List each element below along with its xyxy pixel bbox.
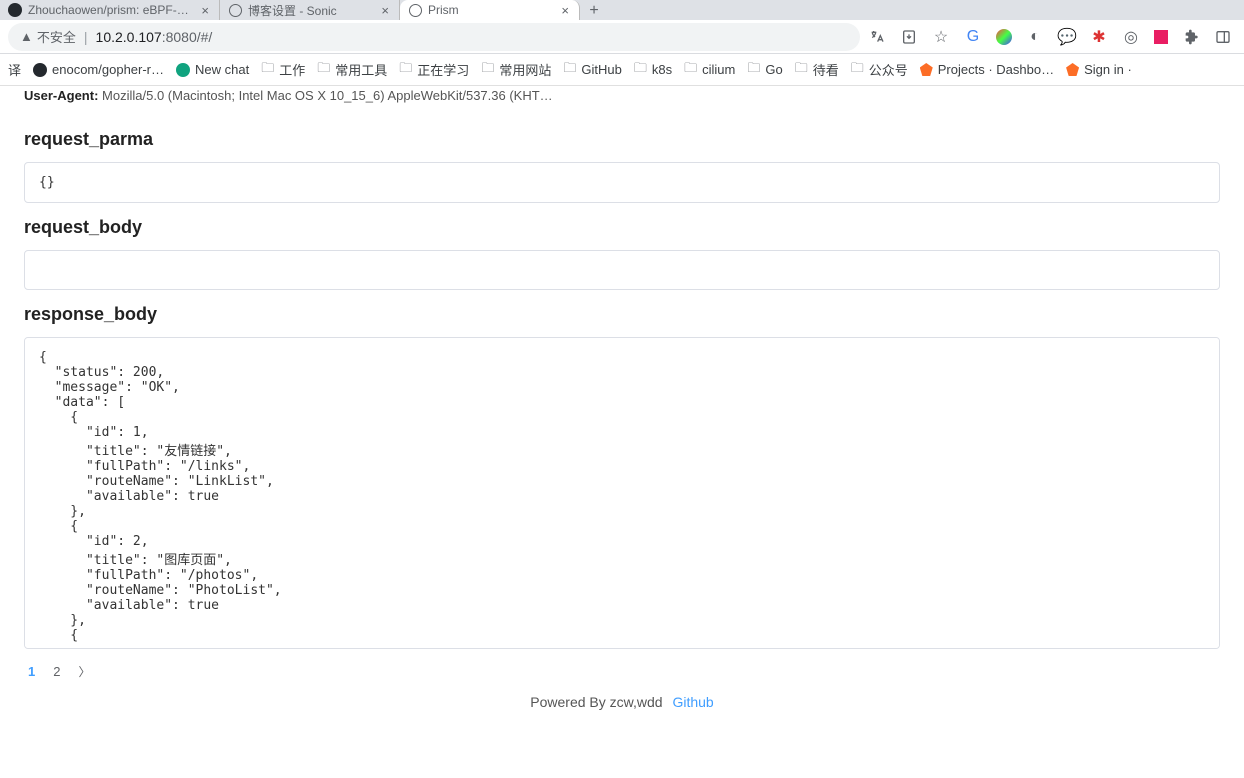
- browser-tab-1[interactable]: 博客设置 - Sonic ×: [220, 0, 400, 20]
- install-icon[interactable]: [900, 28, 918, 46]
- folder-icon: 🗀: [563, 59, 576, 81]
- bookmark-label: Sign in ·: [1084, 62, 1132, 77]
- section-title-request-parma: request_parma: [24, 129, 1220, 150]
- bookmark-item[interactable]: enocom/gopher-r…: [33, 62, 164, 77]
- folder-icon: 🗀: [851, 59, 864, 81]
- gitlab-icon: [920, 63, 933, 76]
- tab-title: 博客设置 - Sonic: [248, 2, 373, 19]
- bookmark-folder[interactable]: 🗀 待看: [795, 59, 839, 81]
- toolbar-icons: ☆ G ◐ 💬 ✱ ◎: [868, 28, 1236, 46]
- footer-github-link[interactable]: Github: [672, 694, 713, 710]
- url-host: 10.2.0.107: [96, 29, 162, 45]
- warning-icon: ▲: [20, 29, 33, 44]
- request-parma-box[interactable]: {}: [24, 162, 1220, 203]
- bookmark-item[interactable]: Projects · Dashbo…: [920, 62, 1054, 77]
- bookmark-label: 译: [8, 60, 21, 79]
- bookmark-folder[interactable]: 🗀 常用工具: [317, 59, 387, 81]
- user-agent-line: User-Agent: Mozilla/5.0 (Macintosh; Inte…: [24, 86, 1220, 115]
- close-icon[interactable]: ×: [199, 3, 211, 18]
- globe-icon: [228, 3, 242, 17]
- extension-icon-3[interactable]: 💬: [1058, 28, 1076, 46]
- page-1[interactable]: 1: [28, 664, 35, 679]
- bookmark-folder[interactable]: 🗀 Go: [747, 59, 782, 81]
- bookmark-folder[interactable]: 🗀 常用网站: [481, 59, 551, 81]
- security-label: 不安全: [37, 27, 76, 46]
- bookmark-item[interactable]: Sign in ·: [1066, 62, 1132, 77]
- browser-tab-2[interactable]: Prism ×: [400, 0, 580, 20]
- browser-tab-0[interactable]: Zhouchaowen/prism: eBPF-ba… ×: [0, 0, 220, 20]
- github-icon: [8, 3, 22, 17]
- pagination: 1 2 〉: [24, 649, 1220, 686]
- close-icon[interactable]: ×: [379, 3, 391, 18]
- omnibox[interactable]: ▲ 不安全 | 10.2.0.107:8080/#/: [8, 23, 860, 51]
- bookmark-folder[interactable]: 🗀 工作: [261, 59, 305, 81]
- google-translate-ext-icon[interactable]: G: [964, 28, 982, 46]
- bookmark-folder[interactable]: 🗀 k8s: [634, 59, 672, 81]
- bookmark-folder[interactable]: 🗀 公众号: [851, 59, 908, 81]
- next-page-icon[interactable]: 〉: [78, 663, 90, 680]
- folder-icon: 🗀: [747, 59, 760, 81]
- bookmark-label: cilium: [702, 62, 735, 77]
- bookmark-label: k8s: [652, 62, 672, 77]
- bookmark-label: 待看: [813, 60, 839, 79]
- folder-icon: 🗀: [684, 59, 697, 81]
- folder-icon: 🗀: [399, 59, 412, 81]
- folder-icon: 🗀: [317, 59, 330, 81]
- section-title-request-body: request_body: [24, 217, 1220, 238]
- user-agent-value: Mozilla/5.0 (Macintosh; Intel Mac OS X 1…: [102, 88, 553, 103]
- bookmark-item[interactable]: New chat: [176, 62, 249, 77]
- folder-icon: 🗀: [261, 59, 274, 81]
- page-2[interactable]: 2: [53, 664, 60, 679]
- bookmark-folder[interactable]: 🗀 GitHub: [563, 59, 621, 81]
- response-body-box[interactable]: { "status": 200, "message": "OK", "data"…: [24, 337, 1220, 649]
- bookmark-label: Projects · Dashbo…: [938, 62, 1054, 77]
- new-tab-button[interactable]: +: [580, 2, 608, 20]
- panel-icon[interactable]: [1214, 28, 1232, 46]
- bookmark-label: 常用网站: [499, 60, 551, 79]
- bookmark-label: GitHub: [581, 62, 621, 77]
- request-body-box[interactable]: [24, 250, 1220, 290]
- extensions-icon[interactable]: [1182, 28, 1200, 46]
- bookmark-label: 公众号: [869, 60, 908, 79]
- footer: Powered By zcw,wdd Github: [24, 686, 1220, 710]
- bookmark-label: Go: [765, 62, 782, 77]
- bookmark-label: 正在学习: [417, 60, 469, 79]
- separator: |: [84, 29, 88, 45]
- bookmark-label: 工作: [279, 60, 305, 79]
- folder-icon: 🗀: [795, 59, 808, 81]
- tab-title: Zhouchaowen/prism: eBPF-ba…: [28, 3, 193, 17]
- page-content: User-Agent: Mozilla/5.0 (Macintosh; Inte…: [0, 86, 1244, 778]
- bookmark-item[interactable]: 译: [8, 60, 21, 79]
- bookmarks-bar: 译 enocom/gopher-r… New chat 🗀 工作 🗀 常用工具 🗀 正…: [0, 54, 1244, 86]
- extension-icon-6[interactable]: [1154, 30, 1168, 44]
- extension-icon-4[interactable]: ✱: [1090, 28, 1108, 46]
- user-agent-label: User-Agent:: [24, 88, 98, 103]
- address-bar: ▲ 不安全 | 10.2.0.107:8080/#/ ☆ G ◐ 💬 ✱ ◎: [0, 20, 1244, 54]
- tab-title: Prism: [428, 3, 553, 17]
- chat-icon: [176, 63, 190, 77]
- bookmark-label: New chat: [195, 62, 249, 77]
- folder-icon: 🗀: [481, 59, 494, 81]
- bookmark-folder[interactable]: 🗀 正在学习: [399, 59, 469, 81]
- extension-icon-5[interactable]: ◎: [1122, 28, 1140, 46]
- globe-icon: [408, 3, 422, 17]
- browser-tab-strip: Zhouchaowen/prism: eBPF-ba… × 博客设置 - Son…: [0, 0, 1244, 20]
- bookmark-folder[interactable]: 🗀 cilium: [684, 59, 735, 81]
- section-title-response-body: response_body: [24, 304, 1220, 325]
- star-icon[interactable]: ☆: [932, 28, 950, 46]
- github-icon: [33, 63, 47, 77]
- footer-text: Powered By zcw,wdd: [530, 694, 662, 710]
- url-path: :8080/#/: [162, 29, 213, 45]
- gitlab-icon: [1066, 63, 1079, 76]
- security-warning[interactable]: ▲ 不安全: [20, 27, 76, 46]
- bookmark-label: enocom/gopher-r…: [52, 62, 164, 77]
- url-text: 10.2.0.107:8080/#/: [96, 29, 213, 45]
- translate-icon[interactable]: [868, 28, 886, 46]
- close-icon[interactable]: ×: [559, 3, 571, 18]
- extension-icon-1[interactable]: [996, 29, 1012, 45]
- folder-icon: 🗀: [634, 59, 647, 81]
- extension-icon-2[interactable]: ◐: [1026, 28, 1044, 46]
- bookmark-label: 常用工具: [335, 60, 387, 79]
